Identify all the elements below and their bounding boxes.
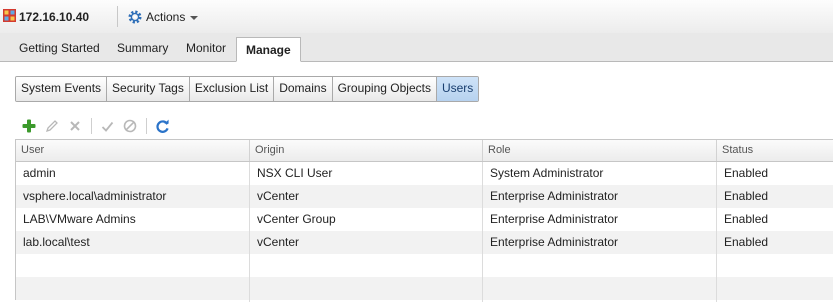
subtab-exclusion-list[interactable]: Exclusion List: [189, 77, 275, 101]
subtab-grouping-objects[interactable]: Grouping Objects: [332, 77, 437, 101]
cell-origin: NSX CLI User: [257, 166, 333, 180]
table-row[interactable]: LAB\VMware Admins vCenter Group Enterpri…: [16, 208, 833, 231]
cell-status: Enabled: [724, 235, 769, 249]
host-grid-icon: [3, 9, 16, 22]
chevron-down-icon: [190, 16, 199, 20]
disable-circle-icon: [123, 119, 137, 133]
add-user-button[interactable]: [20, 117, 38, 135]
delete-user-button[interactable]: [66, 117, 84, 135]
table-row[interactable]: admin NSX CLI User System Administrator …: [16, 162, 833, 185]
tab-monitor[interactable]: Monitor: [186, 41, 226, 55]
column-header-origin[interactable]: Origin: [250, 140, 483, 161]
subtab-security-tags[interactable]: Security Tags: [107, 77, 190, 101]
subtab-system-events[interactable]: System Events: [16, 77, 108, 101]
users-toolbar: [20, 116, 176, 136]
disable-user-button[interactable]: [121, 117, 139, 135]
cell-user: lab.local\test: [23, 235, 90, 249]
tab-getting-started[interactable]: Getting Started: [19, 41, 100, 55]
edit-pencil-icon: [45, 120, 58, 133]
host-title: 172.16.10.40: [19, 10, 90, 24]
tab-baseline: [0, 61, 833, 62]
cell-user: vsphere.local\administrator: [23, 189, 167, 203]
toolbar-separator: [91, 118, 92, 134]
cell-role: Enterprise Administrator: [490, 235, 619, 249]
refresh-button[interactable]: [153, 117, 171, 135]
cell-user: LAB\VMware Admins: [23, 212, 136, 226]
tab-manage[interactable]: Manage: [236, 37, 301, 62]
empty-row: [16, 277, 833, 300]
cell-role: System Administrator: [490, 166, 604, 180]
column-divider: [482, 162, 483, 302]
object-title-bar: 172.16.10.40 Actions: [0, 0, 833, 34]
cell-status: Enabled: [724, 166, 769, 180]
cell-role: Enterprise Administrator: [490, 189, 619, 203]
column-header-status[interactable]: Status: [717, 140, 833, 161]
column-divider: [716, 162, 717, 302]
column-header-role[interactable]: Role: [483, 140, 717, 161]
table-row[interactable]: vsphere.local\administrator vCenter Ente…: [16, 185, 833, 208]
actions-label: Actions: [146, 10, 186, 24]
manage-sub-tabs: System Events Security Tags Exclusion Li…: [15, 76, 480, 102]
enable-check-icon: [101, 121, 113, 132]
add-icon: [22, 119, 36, 133]
cell-origin: vCenter Group: [257, 212, 336, 226]
refresh-icon: [155, 119, 169, 133]
edit-user-button[interactable]: [43, 117, 61, 135]
cell-origin: vCenter: [257, 189, 300, 203]
title-divider: [117, 6, 118, 27]
cell-origin: vCenter: [257, 235, 300, 249]
delete-x-icon: [70, 121, 80, 131]
toolbar-separator: [146, 118, 147, 134]
subtab-domains[interactable]: Domains: [274, 77, 333, 101]
users-grid: User Origin Role Status admin NSX CLI Us…: [15, 139, 833, 302]
column-divider: [249, 162, 250, 302]
subtab-users[interactable]: Users: [436, 77, 479, 101]
empty-row: [16, 254, 833, 277]
grid-header: User Origin Role Status: [16, 140, 833, 162]
gear-icon: [128, 10, 142, 24]
cell-user: admin: [23, 166, 56, 180]
cell-role: Enterprise Administrator: [490, 212, 619, 226]
enable-user-button[interactable]: [98, 117, 116, 135]
cell-status: Enabled: [724, 212, 769, 226]
column-header-user[interactable]: User: [16, 140, 250, 161]
tab-summary[interactable]: Summary: [117, 41, 168, 55]
table-row[interactable]: lab.local\test vCenter Enterprise Admini…: [16, 231, 833, 254]
actions-menu-button[interactable]: Actions: [127, 8, 199, 26]
cell-status: Enabled: [724, 189, 769, 203]
